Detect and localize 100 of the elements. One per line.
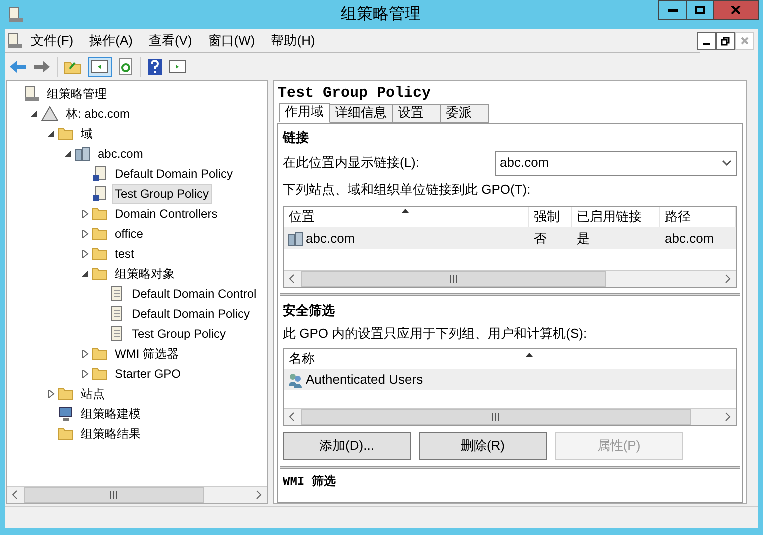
close-icon [740,37,748,45]
section-heading: 安全筛选 [283,302,336,320]
tree-item[interactable]: Default Domain Policy [129,304,254,324]
collapsed-arrow-icon[interactable] [81,210,89,218]
restore-button[interactable] [716,32,735,50]
field-label: 在此位置内显示链接(L): [283,154,420,172]
tab[interactable]: 委派 [441,104,489,123]
folder-icon [92,366,108,382]
folder-icon [58,426,74,442]
tree-item[interactable]: Starter GPO [112,364,184,384]
minimize-button[interactable] [697,32,716,50]
column-header[interactable]: 强制 [529,207,572,227]
table-cell-text: abc.com [306,230,356,248]
refresh-icon[interactable] [118,58,134,76]
tab[interactable]: 设置 [393,104,441,123]
menu-item[interactable]: 窗口(W) [208,30,256,50]
tree-item[interactable]: test [112,244,138,264]
chevron-down-icon [722,160,732,166]
horizontal-scrollbar[interactable] [284,408,736,425]
minimize-button[interactable] [658,0,687,20]
menu-item[interactable]: 操作(A) [90,30,133,50]
scroll-thumb[interactable] [301,271,606,287]
field-label: 下列站点、域和组织单位链接到此 GPO(T): [283,180,532,199]
action-button[interactable]: 添加(D)... [283,432,411,460]
expanded-arrow-icon[interactable] [30,110,38,118]
tree-item[interactable]: 站点 [78,384,108,404]
collapsed-arrow-icon[interactable] [81,350,89,358]
tree-item[interactable]: 组策略对象 [112,264,178,284]
console-icon [8,6,24,22]
grip-icon [110,491,118,499]
column-header[interactable]: 已启用链接 [572,207,660,227]
grip-icon [492,413,500,421]
window-title: 组策略管理 [341,4,421,24]
grip-icon [450,275,458,283]
scroll-thumb[interactable] [24,487,204,503]
collapsed-arrow-icon[interactable] [81,250,89,258]
back-arrow-icon[interactable] [9,58,27,74]
tree-item[interactable]: Test Group Policy [112,184,212,204]
minimize-icon [668,8,678,12]
menu-item[interactable]: 帮助(H) [271,30,316,50]
tree-item[interactable]: 组策略建模 [78,404,144,424]
horizontal-scrollbar[interactable] [7,486,267,503]
folder-icon [92,266,108,282]
menu-item[interactable]: 文件(F) [31,30,74,50]
document-icon [109,306,125,322]
tree-item[interactable]: office [112,224,146,244]
panel-icon[interactable] [169,60,187,74]
sort-ascending-icon [526,353,533,357]
document-icon [109,286,125,302]
folder-icon [92,226,108,242]
expanded-arrow-icon[interactable] [64,150,72,158]
table-cell-text: abc.com [665,230,714,248]
tab[interactable]: 详细信息 [330,104,393,123]
tree-item[interactable]: Default Domain Policy [112,164,236,184]
show-tree-button[interactable] [88,56,112,76]
close-button[interactable] [713,0,759,20]
tree-item[interactable]: 域 [78,124,96,144]
tree-item[interactable]: 组策略管理 [44,84,110,104]
expanded-arrow-icon[interactable] [47,130,55,138]
panel-icon [91,60,109,74]
tree-item[interactable]: abc.com [95,144,146,164]
users-icon [288,372,304,388]
building-icon [75,146,91,162]
forward-arrow-icon[interactable] [33,58,51,74]
expanded-arrow-icon[interactable] [81,270,89,278]
horizontal-scrollbar[interactable] [284,270,736,287]
collapsed-arrow-icon[interactable] [81,370,89,378]
column-header[interactable]: 位置 [284,207,529,227]
maximize-button[interactable] [687,0,713,20]
help-icon[interactable] [147,58,163,76]
tree-item[interactable]: 林: abc.com [63,104,134,124]
sort-ascending-icon [402,209,409,213]
scroll-thumb[interactable] [301,409,691,425]
action-button[interactable]: 删除(R) [419,432,547,460]
folder-icon [58,126,74,142]
maximize-icon [695,6,705,14]
tree-item[interactable]: Default Domain Control [129,284,260,304]
tree-item[interactable]: Test Group Policy [129,324,230,344]
close-icon [731,6,741,14]
column-header[interactable]: 路径 [660,207,736,227]
menu-item[interactable]: 查看(V) [148,30,192,50]
tree-item[interactable]: WMI 筛选器 [112,344,182,364]
document-shortcut-icon [92,166,108,182]
folder-icon [92,206,108,222]
collapsed-arrow-icon[interactable] [81,230,89,238]
folder-icon [58,386,74,402]
triangle-icon [41,106,59,122]
tree-item[interactable]: 组策略结果 [78,424,144,444]
tree-item[interactable]: Domain Controllers [112,204,221,224]
tab[interactable]: 作用域 [279,103,330,123]
folder-icon [92,346,108,362]
gpo-title: Test Group Policy [277,85,432,103]
console-icon [24,86,40,102]
field-label: 此 GPO 内的设置只应用于下列组、用户和计算机(S): [283,324,588,343]
collapsed-arrow-icon[interactable] [47,390,55,398]
document-shortcut-icon [92,186,108,202]
section-heading: WMI 筛选 [283,474,337,491]
location-dropdown[interactable]: abc.com [495,150,737,176]
column-header[interactable]: 名称 [284,349,736,369]
restore-icon [721,36,730,46]
